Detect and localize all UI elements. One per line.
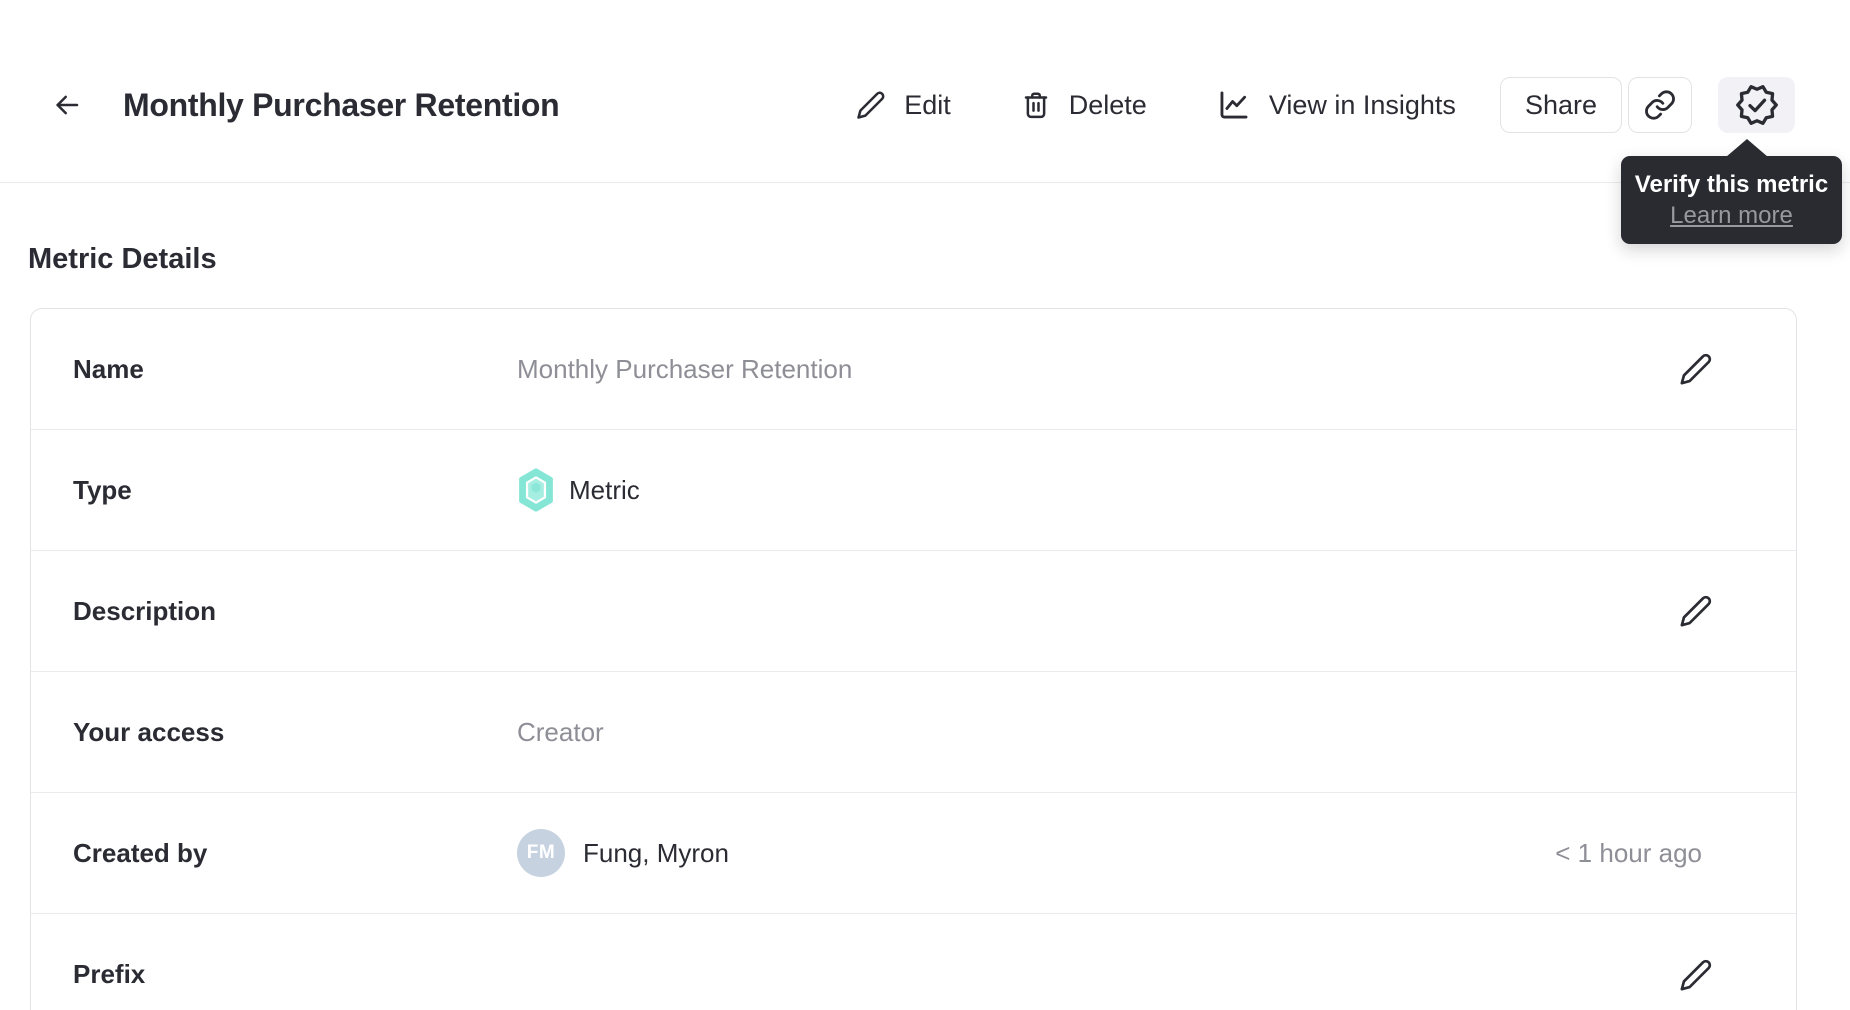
row-value: Creator [517, 716, 604, 747]
edit-description-button[interactable] [1676, 591, 1716, 631]
edit-button-label: Edit [904, 89, 951, 120]
metric-details-page: Monthly Purchaser Retention Edit Delete … [0, 0, 1850, 1010]
back-button[interactable] [49, 87, 85, 123]
verify-tooltip: Verify this metric Learn more [1621, 156, 1842, 244]
detail-row-prefix: Prefix [31, 914, 1796, 1010]
detail-row-access: Your access Creator [31, 672, 1796, 793]
detail-row-description: Description [31, 551, 1796, 672]
detail-row-created-by: Created by FM Fung, Myron < 1 hour ago [31, 793, 1796, 914]
created-by-name: Fung, Myron [583, 837, 729, 868]
pencil-icon [1679, 352, 1713, 386]
header-toolbar: Edit Delete View in Insights Share [856, 77, 1795, 133]
type-value-label: Metric [569, 474, 640, 505]
copy-link-button[interactable] [1628, 77, 1692, 133]
row-label: Name [73, 353, 144, 384]
view-in-insights-label: View in Insights [1268, 89, 1456, 120]
avatar: FM [517, 829, 565, 877]
row-value: Metric [517, 468, 1716, 512]
view-in-insights-button[interactable]: View in Insights [1217, 88, 1456, 122]
link-icon [1643, 88, 1677, 122]
edit-name-button[interactable] [1676, 349, 1716, 389]
row-label: Description [73, 595, 217, 626]
edit-prefix-button[interactable] [1676, 955, 1716, 995]
share-button[interactable]: Share [1499, 77, 1622, 133]
detail-row-type: Type Metric [31, 430, 1796, 551]
share-button-group: Share [1499, 77, 1795, 133]
delete-button-label: Delete [1068, 89, 1147, 120]
share-button-label: Share [1524, 89, 1597, 120]
row-value: FM Fung, Myron < 1 hour ago [517, 829, 1716, 877]
edit-button[interactable]: Edit [856, 90, 951, 121]
delete-button[interactable]: Delete [1021, 90, 1147, 121]
verify-metric-button[interactable] [1718, 77, 1795, 133]
hexagon-metric-icon [517, 468, 555, 512]
row-value: Monthly Purchaser Retention [517, 353, 853, 384]
metric-details-card: Name Monthly Purchaser Retention Type Me… [30, 308, 1797, 1010]
verified-badge-icon [1735, 84, 1778, 126]
row-label: Your access [73, 716, 225, 747]
tooltip-learn-more-link[interactable]: Learn more [1670, 202, 1793, 230]
pencil-icon [856, 90, 886, 120]
created-timestamp: < 1 hour ago [1555, 837, 1702, 868]
pencil-icon [1679, 958, 1713, 992]
trash-icon [1021, 90, 1051, 120]
pencil-icon [1679, 594, 1713, 628]
row-label: Prefix [73, 959, 146, 989]
row-label: Created by [73, 837, 208, 868]
detail-row-name: Name Monthly Purchaser Retention [31, 309, 1796, 430]
page-title: Monthly Purchaser Retention [123, 86, 560, 123]
header-bar: Monthly Purchaser Retention Edit Delete … [0, 0, 1850, 183]
arrow-left-icon [52, 90, 82, 120]
tooltip-title: Verify this metric [1634, 170, 1829, 198]
tooltip-arrow [1726, 139, 1768, 157]
line-chart-icon [1217, 88, 1251, 122]
section-heading: Metric Details [28, 243, 217, 275]
row-label: Type [73, 474, 132, 505]
